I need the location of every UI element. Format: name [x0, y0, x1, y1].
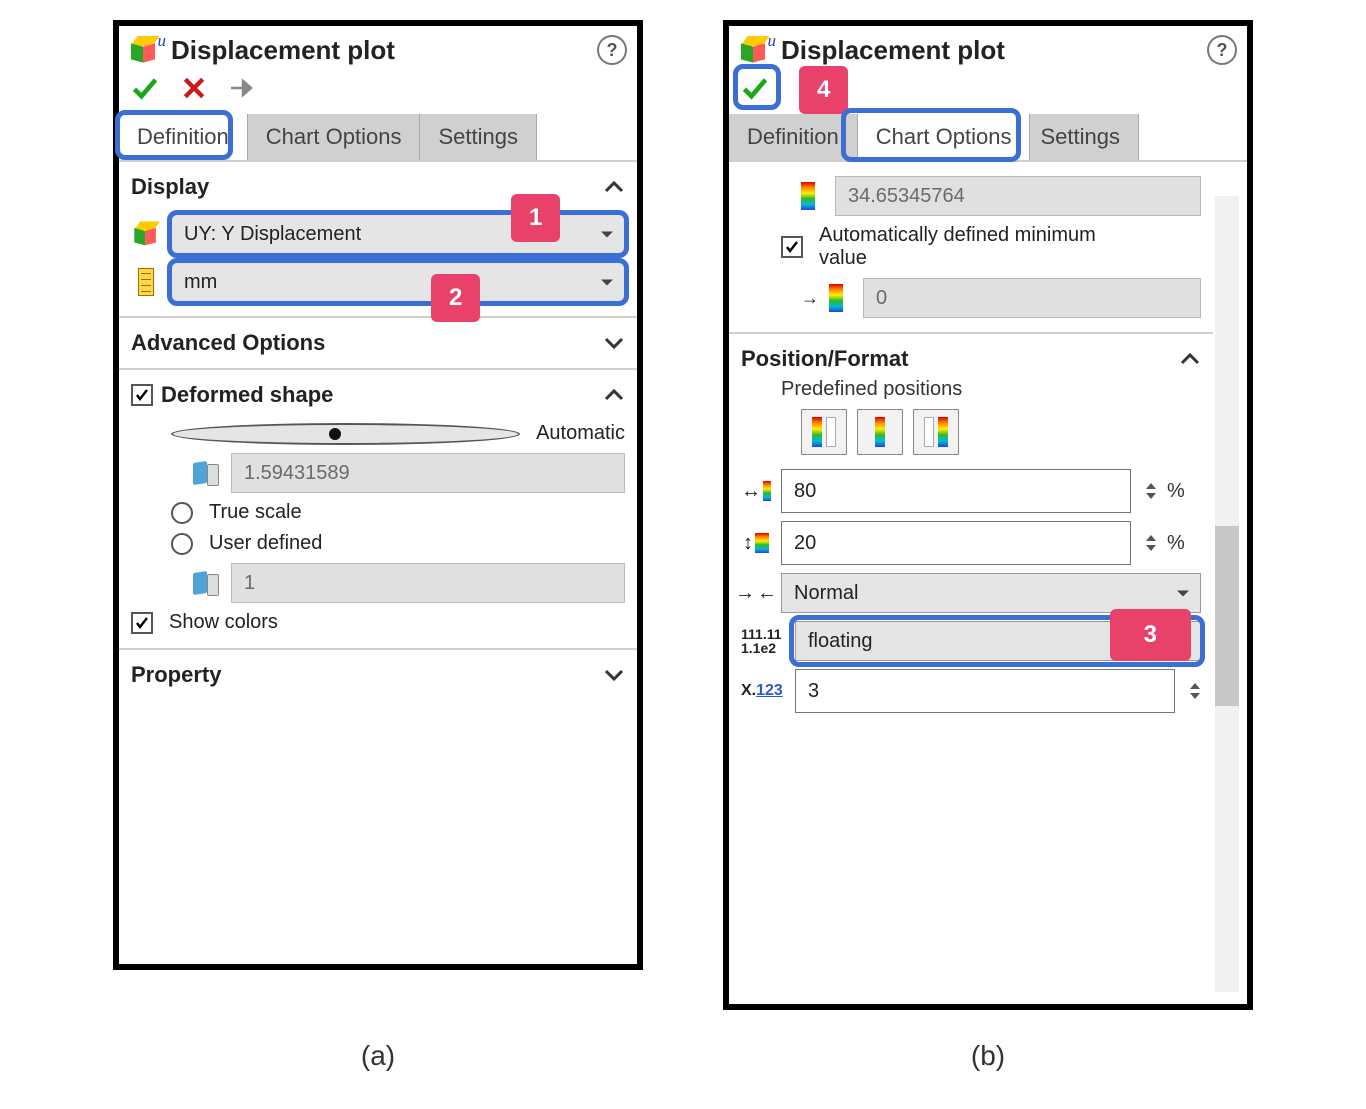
ok-button[interactable] — [741, 74, 769, 102]
section-advanced: Advanced Options — [131, 330, 603, 356]
spinner-vpos[interactable] — [1145, 533, 1157, 553]
vertical-position-input[interactable]: 20 — [781, 521, 1131, 565]
tab-chart-options[interactable]: Chart Options — [248, 114, 421, 160]
collapse-display-icon[interactable] — [603, 176, 625, 198]
tab-definition[interactable]: Definition — [729, 114, 858, 160]
radio-user-defined[interactable] — [171, 533, 193, 555]
panel-definition: u Displacement plot ? Definition Chart O… — [113, 20, 643, 970]
position-center-button[interactable] — [857, 409, 903, 455]
vertical-position-icon: ↕ — [741, 528, 771, 558]
tab-settings[interactable]: Settings — [1030, 114, 1139, 160]
position-left-button[interactable] — [801, 409, 847, 455]
spinner-hpos[interactable] — [1145, 481, 1157, 501]
user-scale-value: 1 — [231, 563, 625, 603]
ok-button[interactable] — [131, 74, 159, 102]
thickness-icon: →← — [741, 578, 771, 608]
label-show-colors: Show colors — [169, 611, 278, 634]
horizontal-position-icon: ↔ — [741, 476, 771, 506]
rainbow-icon — [801, 182, 815, 210]
callout-4: 4 — [799, 66, 848, 114]
callout-3: 3 — [1110, 609, 1191, 661]
section-deformed: Deformed shape — [161, 382, 603, 408]
thickness-value: Normal — [794, 582, 858, 605]
auto-scale-value: 1.59431589 — [231, 453, 625, 493]
label-user-defined: User defined — [209, 532, 322, 555]
callout-1: 1 — [511, 194, 560, 242]
scale-icon — [191, 570, 221, 596]
expand-advanced-icon[interactable] — [603, 332, 625, 354]
unit-dropdown[interactable]: mm — [171, 262, 625, 302]
decimals-icon: X.123 — [741, 684, 785, 698]
label-auto-min: Automatically defined minimum value — [819, 224, 1119, 270]
panel-title: Displacement plot — [171, 35, 587, 66]
scale-icon — [191, 460, 221, 486]
thickness-dropdown[interactable]: Normal — [781, 573, 1201, 613]
scrollbar-thumb[interactable] — [1215, 526, 1239, 706]
displacement-plot-icon: u — [129, 34, 161, 66]
ruler-icon — [138, 268, 154, 296]
unit-value: mm — [184, 271, 217, 294]
component-icon — [131, 219, 161, 249]
position-right-button[interactable] — [913, 409, 959, 455]
label-true-scale: True scale — [209, 501, 302, 524]
percent-label: % — [1167, 480, 1201, 503]
displacement-plot-icon: u — [739, 34, 771, 66]
min-value-field: 0 — [863, 278, 1201, 318]
caption-a: (a) — [113, 1040, 643, 1072]
callout-2: 2 — [431, 274, 480, 322]
rainbow-icon — [829, 284, 843, 312]
help-icon[interactable]: ? — [1207, 35, 1237, 65]
spinner-decimals[interactable] — [1189, 681, 1201, 701]
percent-label: % — [1167, 532, 1201, 555]
cancel-button[interactable] — [181, 75, 207, 101]
collapse-deformed-icon[interactable] — [603, 384, 625, 406]
help-icon[interactable]: ? — [597, 35, 627, 65]
collapse-posfmt-icon[interactable] — [1179, 348, 1201, 370]
show-colors-checkbox[interactable] — [131, 612, 153, 634]
decimals-input[interactable]: 3 — [795, 669, 1175, 713]
component-value: UY: Y Displacement — [184, 223, 361, 246]
section-property: Property — [131, 662, 603, 688]
max-value-field: 34.65345764 — [835, 176, 1201, 216]
tab-settings[interactable]: Settings — [420, 114, 537, 160]
pin-button[interactable] — [229, 77, 259, 99]
deformed-shape-checkbox[interactable] — [131, 384, 153, 406]
arrow-right-icon: → — [801, 288, 819, 309]
horizontal-position-input[interactable]: 80 — [781, 469, 1131, 513]
number-format-value: floating — [808, 630, 873, 653]
predefined-positions-label: Predefined positions — [741, 378, 1201, 401]
section-position-format: Position/Format — [741, 346, 1179, 372]
expand-property-icon[interactable] — [603, 664, 625, 686]
radio-automatic[interactable] — [171, 423, 520, 445]
radio-true-scale[interactable] — [171, 502, 193, 524]
number-format-icon: 111.111.1e2 — [741, 627, 785, 655]
label-automatic: Automatic — [536, 422, 625, 445]
panel-chart-options: u Displacement plot ? 4 Definition Chart… — [723, 20, 1253, 1010]
panel-title: Displacement plot — [781, 35, 1197, 66]
tab-chart-options[interactable]: Chart Options — [858, 114, 1031, 160]
tab-definition[interactable]: Definition — [119, 114, 248, 160]
caption-b: (b) — [723, 1040, 1253, 1072]
auto-min-checkbox[interactable] — [781, 236, 803, 258]
